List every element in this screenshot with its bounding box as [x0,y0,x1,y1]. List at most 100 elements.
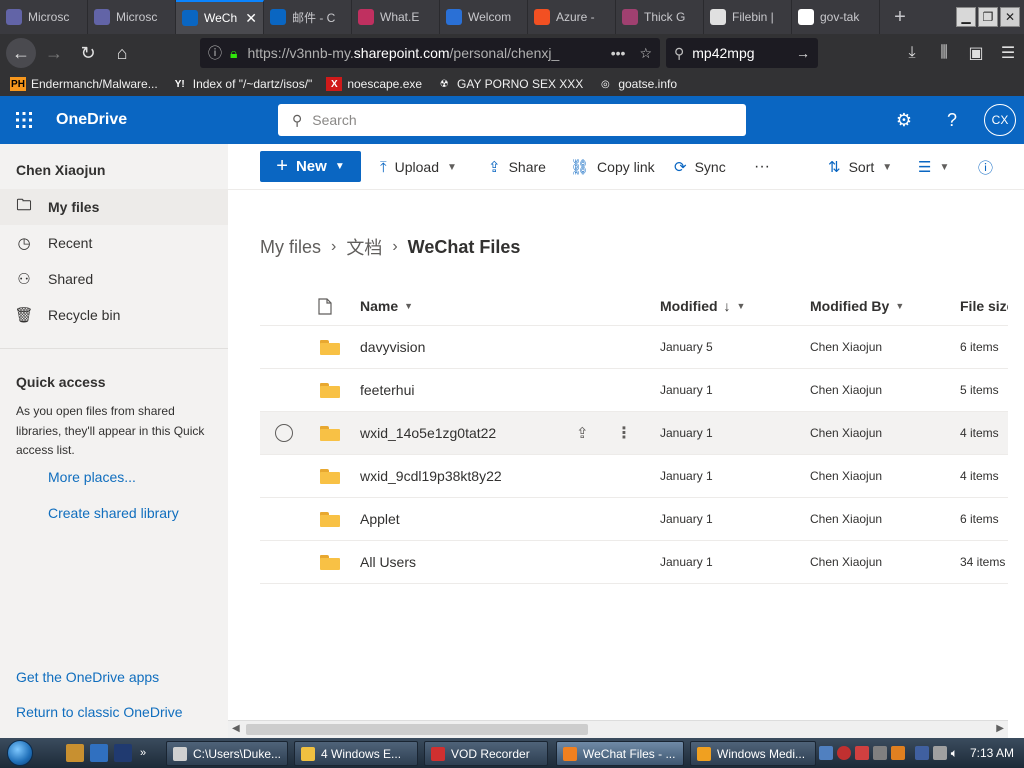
volume-icon[interactable]: 🔈︎ [951,746,958,761]
bookmark-item[interactable]: ◎ goatse.info [597,77,677,91]
home-button[interactable]: ⌂ [106,37,138,69]
bookmark-item[interactable]: ☢ GAY PORNO SEX XXX [436,77,583,91]
modified-by-column-header[interactable]: Modified By ▼ [810,286,904,326]
taskbar-button[interactable]: C:\Users\Duke... [166,741,288,766]
app-title[interactable]: OneDrive [56,111,127,129]
tray-icon[interactable] [854,746,869,760]
file-name[interactable]: All Users [360,541,416,583]
file-row[interactable]: feeterhui January 1 Chen Xiaojun 5 items [260,369,1008,412]
browser-tab[interactable]: Filebin | [704,0,792,34]
bookmark-item[interactable]: PH Endermanch/Malware... [10,77,158,91]
menu-icon[interactable]: ☰ [992,43,1024,63]
search-go-icon[interactable]: → [796,45,810,61]
share-icon[interactable]: ⇪ [576,412,589,454]
taskbar-button[interactable]: VOD Recorder [424,741,548,766]
taskbar-button[interactable]: Windows Medi... [690,741,816,766]
bookmark-item[interactable]: Xnoescape.exe [326,77,422,91]
tray-icon[interactable] [932,746,947,760]
overflow-chevron-icon[interactable]: » [140,747,146,759]
nav-item-shared[interactable]: ⚇ Shared [0,261,228,297]
file-row[interactable]: wxid_14o5e1zg0tat22 ⇪ ⋮ January 1 Chen Xiaoj… [260,412,1008,455]
file-row[interactable]: wxid_9cdl19p38kt8y22 January 1 Chen Xiaoju… [260,455,1008,498]
browser-tab[interactable]: gov-tak [792,0,880,34]
name-column-header[interactable]: Name ▼ [360,286,413,326]
browser-search-box[interactable]: ⚲ mp42mpg → [666,38,818,68]
info-icon[interactable]: ⓘ [208,43,222,63]
file-type-header[interactable] [318,286,332,326]
sidebar-icon[interactable]: ▣ [960,43,992,63]
file-name[interactable]: wxid_9cdl19p38kt8y22 [360,455,502,497]
row-select-checkbox[interactable] [275,412,293,454]
scroll-left-icon[interactable]: ◀ [232,723,240,734]
tray-icon[interactable] [836,746,851,760]
tray-icon[interactable] [818,746,833,760]
close-window-button[interactable]: ✕ [1000,7,1020,27]
return-classic-link[interactable]: Return to classic OneDrive [16,704,183,720]
copy-link-button[interactable]: ⛓ Copy link [570,144,655,190]
downloads-icon[interactable]: ⤓ [896,44,928,62]
account-button[interactable]: CX [976,96,1024,144]
app-launcher-button[interactable] [0,96,48,144]
file-name[interactable]: davyvision [360,326,425,368]
get-apps-link[interactable]: Get the OneDrive apps [16,669,159,685]
settings-button[interactable]: ⚙ [880,96,928,144]
taskbar-button[interactable]: 4 Windows E... [294,741,418,766]
file-name[interactable]: Applet [360,498,400,540]
file-name[interactable]: feeterhui [360,369,414,411]
more-places-link[interactable]: More places... [48,469,136,485]
quick-launch-icon[interactable] [90,744,108,762]
show-desktop-icon[interactable] [114,744,132,762]
sync-button[interactable]: ⟳ Sync [674,144,726,190]
tray-icon[interactable] [890,746,905,760]
start-button[interactable] [0,738,40,768]
share-button[interactable]: ⇪ Share [488,144,546,190]
minimize-button[interactable]: ▁ [956,7,976,27]
taskbar-button[interactable]: WeChat Files - ... [556,741,684,766]
more-actions-icon[interactable]: ⋮ [616,412,632,454]
browser-tab[interactable]: WeCh ✕ [176,0,264,34]
clock[interactable]: 7:13 AM [970,746,1014,760]
upload-button[interactable]: ⤒ Upload ▼ [380,144,457,190]
forward-button[interactable]: → [38,37,70,69]
scrollbar-thumb[interactable] [246,724,588,735]
help-button[interactable]: ? [928,96,976,144]
sort-button[interactable]: ⇅ Sort ▼ [828,144,892,190]
close-tab-icon[interactable]: ✕ [245,10,257,27]
details-pane-button[interactable]: ⓘ [978,144,993,190]
quick-launch-icon[interactable] [66,744,84,762]
search-input[interactable]: ⚲ Search [278,104,746,136]
browser-tab[interactable]: Azure - [528,0,616,34]
browser-tab[interactable]: What.E [352,0,440,34]
more-commands-button[interactable]: ··· [754,144,770,190]
browser-tab[interactable]: Thick G [616,0,704,34]
address-bar[interactable]: ⓘ 🔒︎ https://v3nnb-my. sharepoint.com/per… [200,38,660,68]
modified-column-header[interactable]: Modified ↓ ▼ [660,286,745,326]
restore-button[interactable]: ❐ [978,7,998,27]
file-row[interactable]: All Users January 1 Chen Xiaojun 34 items [260,541,1008,584]
network-icon[interactable] [914,746,929,760]
back-button[interactable]: ← [6,38,36,68]
create-shared-library-link[interactable]: Create shared library [48,505,179,521]
bookmark-item[interactable]: Y! Index of "/~dartz/isos/" [171,77,312,91]
nav-item-my-files[interactable]: 🗀 My files [0,189,228,225]
breadcrumb-documents[interactable]: 文档 [346,234,382,260]
library-icon[interactable]: ⫼ [928,44,960,62]
breadcrumb-my-files[interactable]: My files [260,237,321,258]
horizontal-scrollbar[interactable]: ◀ ▶ [228,720,1008,738]
file-row[interactable]: davyvision January 5 Chen Xiaojun 6 items [260,326,1008,369]
vertical-scrollbar[interactable] [1008,190,1024,720]
browser-tab[interactable]: 邮件 - C [264,0,352,34]
browser-tab[interactable]: Microsc [0,0,88,34]
reload-button[interactable]: ↻ [72,37,104,69]
view-options-button[interactable]: ☰ ▼ [918,144,949,190]
nav-item-recent[interactable]: ◷ Recent [0,225,228,261]
scroll-right-icon[interactable]: ▶ [996,723,1004,734]
nav-item-recycle-bin[interactable]: 🗑 Recycle bin [0,297,228,333]
file-row[interactable]: Applet January 1 Chen Xiaojun 6 items [260,498,1008,541]
new-button[interactable]: + New ▼ [260,151,361,182]
page-actions-icon[interactable]: ••• [611,45,626,61]
tray-icon[interactable] [872,746,887,760]
bookmark-star-icon[interactable]: ☆ [639,45,652,62]
file-size-column-header[interactable]: File size [960,286,1008,326]
new-tab-button[interactable]: + [880,0,920,34]
